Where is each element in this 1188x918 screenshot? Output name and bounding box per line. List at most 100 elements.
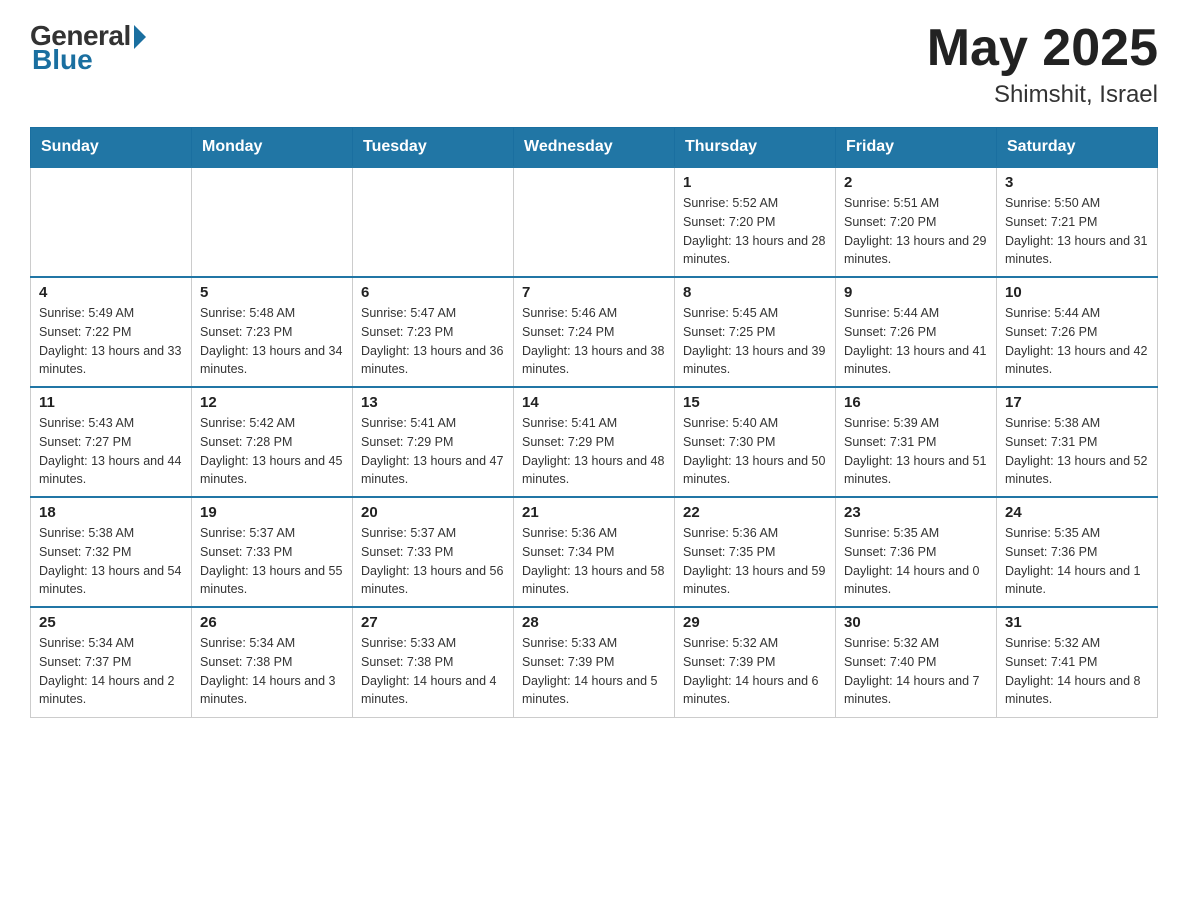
day-number: 3 [1005, 174, 1149, 191]
day-info: Sunrise: 5:35 AMSunset: 7:36 PMDaylight:… [844, 524, 988, 599]
day-number: 18 [39, 504, 183, 521]
calendar-cell: 22Sunrise: 5:36 AMSunset: 7:35 PMDayligh… [675, 497, 836, 607]
day-info: Sunrise: 5:39 AMSunset: 7:31 PMDaylight:… [844, 414, 988, 489]
week-row-4: 18 Sunrise: 5:38 AMSunset: 7:32 PMDayligh… [31, 497, 1158, 607]
location-label: Shimshit, Israel [927, 81, 1158, 109]
day-number: 9 [844, 284, 988, 301]
calendar-body: 1 Sunrise: 5:52 AMSunset: 7:20 PMDaylight… [31, 167, 1158, 717]
day-number: 19 [200, 504, 344, 521]
day-number: 1 [683, 174, 827, 191]
calendar-cell: 24Sunrise: 5:35 AMSunset: 7:36 PMDayligh… [997, 497, 1158, 607]
calendar-cell: 11Sunrise: 5:43 AMSunset: 7:27 PMDayligh… [31, 387, 192, 497]
week-row-1: 1 Sunrise: 5:52 AMSunset: 7:20 PMDaylight… [31, 167, 1158, 277]
day-number: 22 [683, 504, 827, 521]
header-day-wednesday: Wednesday [514, 128, 675, 168]
calendar-cell: 10 Sunrise: 5:44 AMSunset: 7:26 PMDayligh… [997, 277, 1158, 387]
day-info: Sunrise: 5:38 AMSunset: 7:32 PMDaylight:… [39, 524, 183, 599]
calendar-cell [514, 167, 675, 277]
day-number: 5 [200, 284, 344, 301]
day-info: Sunrise: 5:46 AMSunset: 7:24 PMDaylight:… [522, 304, 666, 379]
day-number: 14 [522, 394, 666, 411]
calendar-cell: 9 Sunrise: 5:44 AMSunset: 7:26 PMDaylight… [836, 277, 997, 387]
calendar-cell: 6 Sunrise: 5:47 AMSunset: 7:23 PMDaylight… [353, 277, 514, 387]
day-info: Sunrise: 5:32 AMSunset: 7:39 PMDaylight:… [683, 634, 827, 709]
logo-arrow-icon [134, 25, 146, 49]
week-row-2: 4 Sunrise: 5:49 AMSunset: 7:22 PMDaylight… [31, 277, 1158, 387]
calendar-cell: 19Sunrise: 5:37 AMSunset: 7:33 PMDayligh… [192, 497, 353, 607]
day-info: Sunrise: 5:50 AMSunset: 7:21 PMDaylight:… [1005, 194, 1149, 269]
week-row-5: 25 Sunrise: 5:34 AMSunset: 7:37 PMDayligh… [31, 607, 1158, 717]
day-number: 12 [200, 394, 344, 411]
day-number: 27 [361, 614, 505, 631]
day-number: 28 [522, 614, 666, 631]
day-info: Sunrise: 5:44 AMSunset: 7:26 PMDaylight:… [1005, 304, 1149, 379]
day-number: 2 [844, 174, 988, 191]
logo-blue-text: Blue [32, 44, 93, 76]
header-day-friday: Friday [836, 128, 997, 168]
day-number: 16 [844, 394, 988, 411]
header-day-saturday: Saturday [997, 128, 1158, 168]
calendar-cell [31, 167, 192, 277]
calendar-cell: 30 Sunrise: 5:32 AMSunset: 7:40 PMDayligh… [836, 607, 997, 717]
day-info: Sunrise: 5:45 AMSunset: 7:25 PMDaylight:… [683, 304, 827, 379]
day-number: 17 [1005, 394, 1149, 411]
day-number: 11 [39, 394, 183, 411]
calendar-cell: 4 Sunrise: 5:49 AMSunset: 7:22 PMDaylight… [31, 277, 192, 387]
calendar-cell: 20Sunrise: 5:37 AMSunset: 7:33 PMDayligh… [353, 497, 514, 607]
calendar-cell: 25 Sunrise: 5:34 AMSunset: 7:37 PMDayligh… [31, 607, 192, 717]
calendar-cell: 5 Sunrise: 5:48 AMSunset: 7:23 PMDaylight… [192, 277, 353, 387]
day-info: Sunrise: 5:34 AMSunset: 7:38 PMDaylight:… [200, 634, 344, 709]
day-number: 6 [361, 284, 505, 301]
calendar-cell: 28 Sunrise: 5:33 AMSunset: 7:39 PMDayligh… [514, 607, 675, 717]
day-number: 21 [522, 504, 666, 521]
calendar-header: SundayMondayTuesdayWednesdayThursdayFrid… [31, 128, 1158, 168]
calendar-table: SundayMondayTuesdayWednesdayThursdayFrid… [30, 127, 1158, 718]
calendar-cell: 3 Sunrise: 5:50 AMSunset: 7:21 PMDaylight… [997, 167, 1158, 277]
calendar-cell: 15 Sunrise: 5:40 AMSunset: 7:30 PMDayligh… [675, 387, 836, 497]
day-number: 15 [683, 394, 827, 411]
day-info: Sunrise: 5:44 AMSunset: 7:26 PMDaylight:… [844, 304, 988, 379]
day-info: Sunrise: 5:38 AMSunset: 7:31 PMDaylight:… [1005, 414, 1149, 489]
day-number: 23 [844, 504, 988, 521]
day-number: 30 [844, 614, 988, 631]
day-number: 4 [39, 284, 183, 301]
header-day-thursday: Thursday [675, 128, 836, 168]
logo: General Blue [30, 20, 146, 76]
day-number: 13 [361, 394, 505, 411]
day-number: 29 [683, 614, 827, 631]
day-info: Sunrise: 5:49 AMSunset: 7:22 PMDaylight:… [39, 304, 183, 379]
calendar-cell: 1 Sunrise: 5:52 AMSunset: 7:20 PMDaylight… [675, 167, 836, 277]
header-day-monday: Monday [192, 128, 353, 168]
day-number: 26 [200, 614, 344, 631]
calendar-cell [192, 167, 353, 277]
page-header: General Blue May 2025 Shimshit, Israel [30, 20, 1158, 109]
day-info: Sunrise: 5:51 AMSunset: 7:20 PMDaylight:… [844, 194, 988, 269]
calendar-cell: 2 Sunrise: 5:51 AMSunset: 7:20 PMDaylight… [836, 167, 997, 277]
calendar-cell: 23 Sunrise: 5:35 AMSunset: 7:36 PMDayligh… [836, 497, 997, 607]
calendar-cell: 17 Sunrise: 5:38 AMSunset: 7:31 PMDayligh… [997, 387, 1158, 497]
day-info: Sunrise: 5:32 AMSunset: 7:40 PMDaylight:… [844, 634, 988, 709]
calendar-cell: 21Sunrise: 5:36 AMSunset: 7:34 PMDayligh… [514, 497, 675, 607]
day-info: Sunrise: 5:37 AMSunset: 7:33 PMDaylight:… [361, 524, 505, 599]
header-day-sunday: Sunday [31, 128, 192, 168]
day-info: Sunrise: 5:41 AMSunset: 7:29 PMDaylight:… [522, 414, 666, 489]
week-row-3: 11Sunrise: 5:43 AMSunset: 7:27 PMDayligh… [31, 387, 1158, 497]
day-info: Sunrise: 5:52 AMSunset: 7:20 PMDaylight:… [683, 194, 827, 269]
day-number: 24 [1005, 504, 1149, 521]
calendar-cell: 18 Sunrise: 5:38 AMSunset: 7:32 PMDayligh… [31, 497, 192, 607]
day-info: Sunrise: 5:33 AMSunset: 7:38 PMDaylight:… [361, 634, 505, 709]
day-info: Sunrise: 5:40 AMSunset: 7:30 PMDaylight:… [683, 414, 827, 489]
day-info: Sunrise: 5:33 AMSunset: 7:39 PMDaylight:… [522, 634, 666, 709]
month-year-title: May 2025 [927, 20, 1158, 77]
calendar-cell: 14 Sunrise: 5:41 AMSunset: 7:29 PMDayligh… [514, 387, 675, 497]
day-info: Sunrise: 5:48 AMSunset: 7:23 PMDaylight:… [200, 304, 344, 379]
title-area: May 2025 Shimshit, Israel [927, 20, 1158, 109]
day-info: Sunrise: 5:47 AMSunset: 7:23 PMDaylight:… [361, 304, 505, 379]
day-info: Sunrise: 5:41 AMSunset: 7:29 PMDaylight:… [361, 414, 505, 489]
day-info: Sunrise: 5:34 AMSunset: 7:37 PMDaylight:… [39, 634, 183, 709]
calendar-cell: 13 Sunrise: 5:41 AMSunset: 7:29 PMDayligh… [353, 387, 514, 497]
calendar-cell: 27 Sunrise: 5:33 AMSunset: 7:38 PMDayligh… [353, 607, 514, 717]
day-number: 25 [39, 614, 183, 631]
day-number: 31 [1005, 614, 1149, 631]
day-number: 10 [1005, 284, 1149, 301]
